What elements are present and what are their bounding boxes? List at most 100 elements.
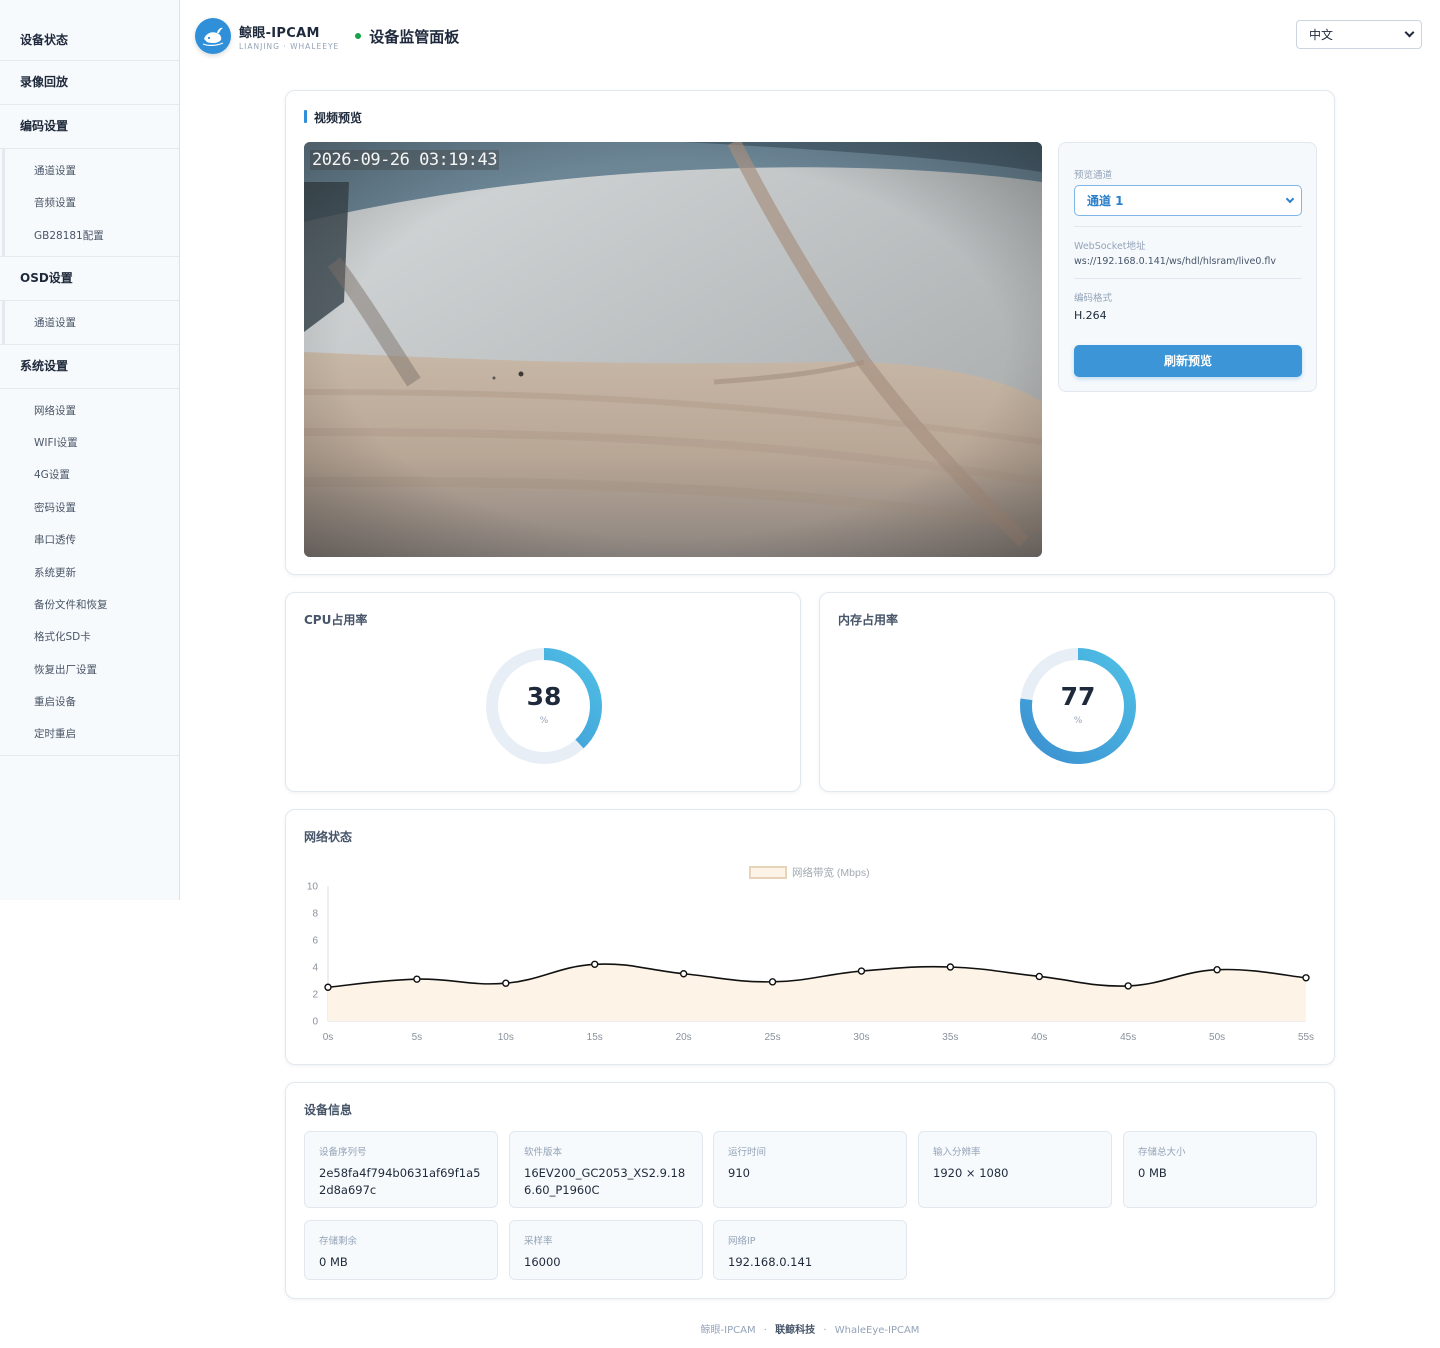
bandwidth-data-point	[946, 963, 955, 971]
sidebar-subitem-password[interactable]: 密码设置	[2, 492, 179, 524]
x-tick-label: 15s	[587, 1032, 603, 1043]
sidebar-item-device-status[interactable]: 设备状态	[0, 0, 179, 60]
osd-submenu: 通道设置	[2, 301, 179, 344]
bandwidth-data-point	[857, 967, 866, 975]
y-tick-label: 8	[312, 909, 318, 920]
nav-group-osd-subs: 通道设置	[0, 301, 179, 345]
video-player[interactable]: 2026-09-26 03:19:43	[304, 142, 1042, 557]
x-tick-label: 40s	[1031, 1032, 1047, 1043]
bandwidth-data-point	[768, 978, 777, 986]
sidebar-item-playback[interactable]: 录像回放	[0, 61, 179, 104]
header: 鲸眼-IPCAM LIANJING · WHALEEYE 设备监管面板	[195, 16, 459, 56]
language-select[interactable]: 中文	[1296, 20, 1422, 49]
y-tick-label: 6	[312, 936, 318, 947]
info-value: 1920 × 1080	[933, 1166, 1009, 1180]
info-label: 网络IP	[728, 1236, 756, 1247]
footer-separator: ·	[763, 1325, 767, 1336]
bandwidth-data-point	[679, 970, 688, 978]
brand-name: 鲸眼-IPCAM	[239, 25, 320, 41]
x-tick-label: 50s	[1209, 1032, 1225, 1043]
brand: 鲸眼-IPCAM LIANJING · WHALEEYE	[239, 22, 339, 51]
system-submenu: 网络设置 WIFI设置 4G设置 密码设置 串口透传 系统更新 备份文件和恢复 …	[2, 389, 179, 755]
codec-value: H.264	[1074, 309, 1107, 322]
info-storage-free: 存储剩余 0 MB	[304, 1220, 498, 1280]
x-tick-label: 5s	[412, 1032, 423, 1043]
sidebar-item-encoding[interactable]: 编码设置	[0, 105, 179, 148]
video-timestamp-overlay: 2026-09-26 03:19:43	[310, 150, 499, 170]
sidebar-subitem-audio[interactable]: 音频设置	[5, 187, 179, 219]
info-network-ip: 网络IP 192.168.0.141	[713, 1220, 907, 1280]
sidebar-subitem-backup[interactable]: 备份文件和恢复	[2, 589, 179, 621]
nav-group-osd: OSD设置	[0, 257, 179, 302]
sidebar-subitem-gb28181[interactable]: GB28181配置	[5, 220, 179, 252]
info-sample-rate: 采样率 16000	[509, 1220, 703, 1280]
info-value: 910	[728, 1166, 750, 1180]
refresh-preview-button[interactable]: 刷新预览	[1074, 345, 1302, 377]
bandwidth-data-point	[324, 983, 332, 991]
bandwidth-data-point	[1124, 982, 1132, 990]
bandwidth-data-point	[1035, 972, 1043, 981]
sidebar-subitem-4g[interactable]: 4G设置	[2, 459, 179, 491]
info-label: 采样率	[524, 1236, 553, 1247]
memory-gauge: 77 %	[1018, 646, 1138, 766]
sidebar-subitem-reboot[interactable]: 重启设备	[2, 686, 179, 718]
sidebar-subitem-network[interactable]: 网络设置	[2, 395, 179, 427]
page-title: 设备监管面板	[369, 27, 460, 46]
sidebar-subitem-osd-channel[interactable]: 通道设置	[5, 307, 179, 339]
footer-separator: ·	[823, 1325, 827, 1336]
y-tick-label: 4	[312, 963, 318, 974]
x-tick-label: 30s	[853, 1032, 869, 1043]
memory-usage-title: 内存占用率	[838, 613, 899, 627]
y-tick-label: 10	[307, 882, 319, 893]
info-storage-total: 存储总大小 0 MB	[1123, 1131, 1317, 1208]
info-software-version: 软件版本 16EV200_GC2053_XS2.9.186.60_P1960C	[509, 1131, 703, 1208]
info-label: 运行时间	[728, 1147, 767, 1158]
x-tick-label: 20s	[676, 1032, 692, 1043]
sidebar-subitem-channel[interactable]: 通道设置	[5, 155, 179, 187]
sidebar-subitem-format-sd[interactable]: 格式化SD卡	[2, 621, 179, 653]
cpu-usage-card: CPU占用率 38 %	[285, 592, 801, 792]
memory-usage-value: 77	[1060, 682, 1096, 711]
nav-group-system-subs: 网络设置 WIFI设置 4G设置 密码设置 串口透传 系统更新 备份文件和恢复 …	[0, 389, 179, 756]
network-bandwidth-chart: 0 2 4 6 8 10 0s 5s 10s 15s 20s 25s 30s 35s 40s 45s 50s 55…	[307, 866, 1314, 1043]
device-info-card: 设备信息 设备序列号 2e58fa4f794b0631af69f1a52d8a6…	[285, 1082, 1335, 1299]
websocket-label: WebSocket地址	[1074, 241, 1146, 252]
memory-usage-card: 内存占用率 77 %	[819, 592, 1335, 792]
sidebar-item-system[interactable]: 系统设置	[0, 345, 179, 388]
bandwidth-data-point	[591, 960, 599, 969]
sidebar-subitem-wifi[interactable]: WIFI设置	[2, 427, 179, 459]
bandwidth-data-point	[1302, 974, 1310, 982]
x-tick-label: 45s	[1120, 1032, 1136, 1043]
cpu-usage-title: CPU占用率	[304, 613, 368, 627]
encoding-submenu: 通道设置 音频设置 GB28181配置	[2, 149, 179, 257]
y-tick-label: 0	[312, 1017, 318, 1028]
x-tick-label: 35s	[942, 1032, 958, 1043]
video-preview-card: 视频预览 2026-09-26 03:19:43 预览通道 通道 1 WebSo…	[285, 90, 1335, 575]
info-resolution: 输入分辨率 1920 × 1080	[918, 1131, 1112, 1208]
divider	[1074, 278, 1302, 279]
info-serial: 设备序列号 2e58fa4f794b0631af69f1a52d8a697c	[304, 1131, 498, 1208]
cpu-usage-unit: %	[539, 716, 549, 726]
sidebar-subitem-scheduled-reboot[interactable]: 定时重启	[2, 718, 179, 750]
nav-group-system: 系统设置	[0, 345, 179, 389]
sidebar-subitem-serial[interactable]: 串口透传	[2, 524, 179, 556]
nav-group-device-status: 设备状态	[0, 0, 179, 61]
cpu-gauge: 38 %	[484, 646, 604, 766]
sidebar-subitem-update[interactable]: 系统更新	[2, 557, 179, 589]
nav-group-playback: 录像回放	[0, 61, 179, 105]
preview-settings-panel: 预览通道 通道 1 WebSocket地址 ws://192.168.0.141…	[1058, 142, 1317, 392]
info-value: 2e58fa4f794b0631af69f1a52d8a697c	[319, 1166, 481, 1197]
footer-product: WhaleEye-IPCAM	[834, 1325, 920, 1336]
x-tick-label: 10s	[498, 1032, 514, 1043]
channel-select[interactable]: 通道 1	[1074, 185, 1302, 216]
bandwidth-area-fill	[328, 964, 1306, 1021]
memory-usage-unit: %	[1073, 716, 1083, 726]
websocket-url: ws://192.168.0.141/ws/hdl/hlsram/live0.f…	[1074, 256, 1277, 267]
y-tick-label: 2	[312, 990, 318, 1001]
sidebar-item-osd[interactable]: OSD设置	[0, 257, 179, 300]
divider	[1074, 226, 1302, 227]
sidebar-subitem-factory-reset[interactable]: 恢复出厂设置	[2, 654, 179, 686]
info-value: 0 MB	[319, 1255, 348, 1269]
legend-swatch	[749, 866, 787, 879]
bandwidth-data-point	[413, 975, 421, 983]
